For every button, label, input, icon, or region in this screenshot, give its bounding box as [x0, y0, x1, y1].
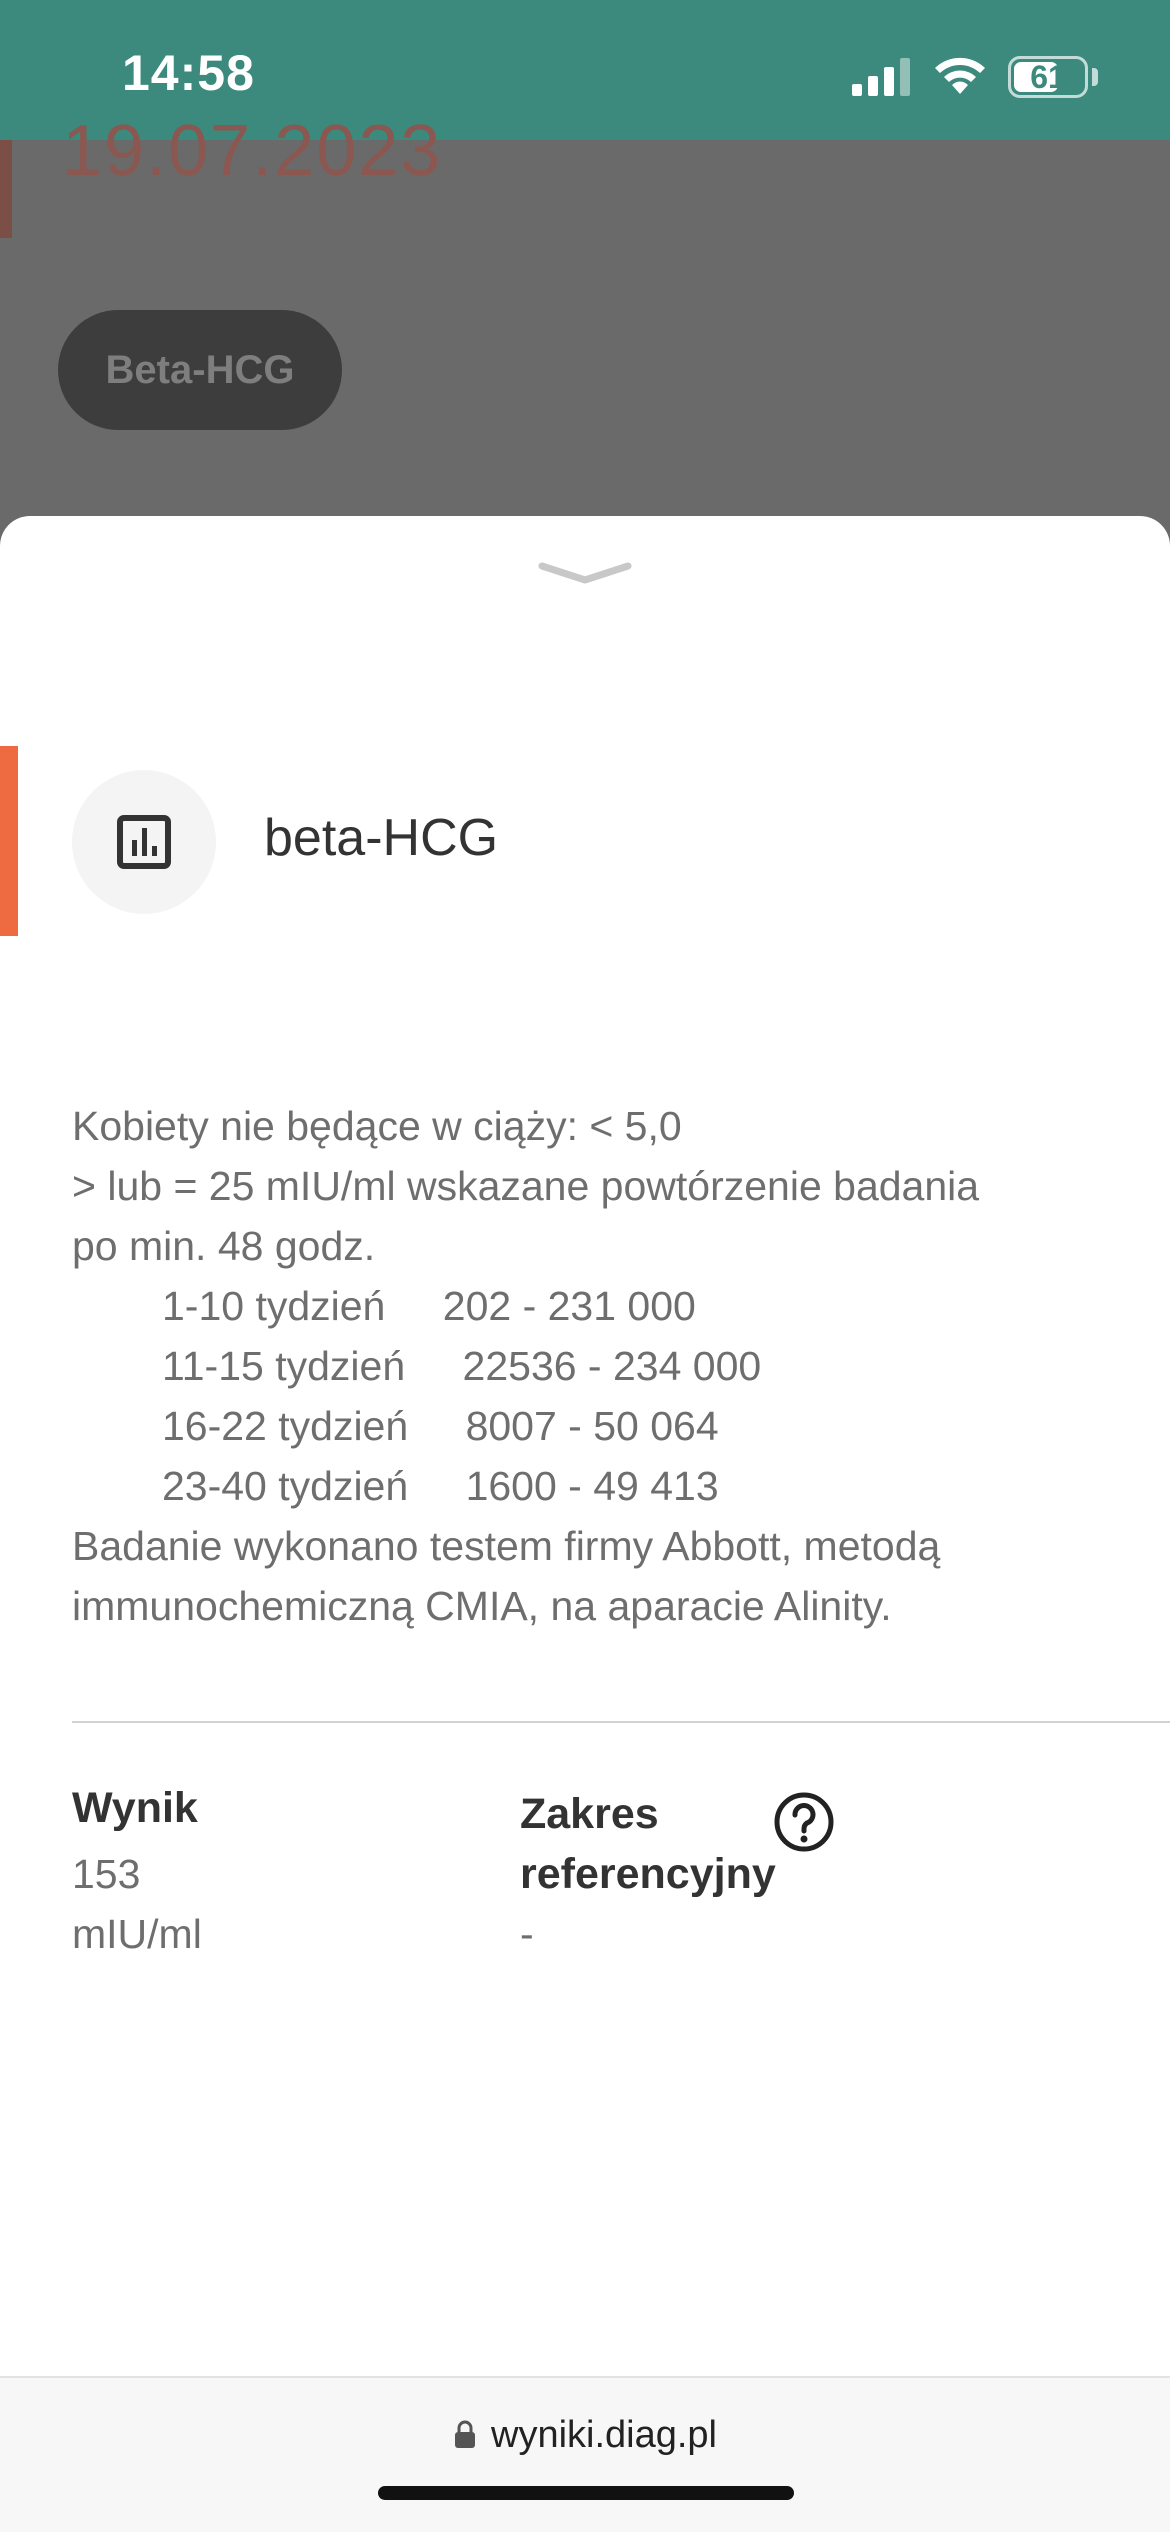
range-value: 22536 - 234 000 — [462, 1343, 762, 1389]
result-label: Wynik — [72, 1784, 198, 1832]
url-text: wyniki.diag.pl — [491, 2414, 717, 2456]
result-value: 153 — [72, 1851, 141, 1897]
range-row: 11-15 tydzień 22536 - 234 000 — [72, 1336, 1132, 1396]
description-line: > lub = 25 mIU/ml wskazane powtórzenie b… — [72, 1163, 980, 1209]
bar-chart-icon — [117, 815, 171, 869]
sheet-handle-chevron-icon[interactable] — [538, 560, 632, 586]
range-week: 23-40 tydzień — [162, 1463, 409, 1509]
home-indicator[interactable] — [378, 2486, 794, 2500]
accent-bar — [0, 746, 18, 936]
status-time: 14:58 — [122, 45, 255, 101]
range-row: 23-40 tydzień 1600 - 49 413 — [72, 1456, 1132, 1516]
range-value: 8007 - 50 064 — [465, 1403, 719, 1449]
battery-icon: 61 — [1008, 56, 1088, 98]
background-date: 19.07.2023 — [62, 111, 443, 191]
battery-tip — [1092, 68, 1098, 86]
divider — [72, 1721, 1170, 1723]
question-circle-icon[interactable] — [772, 1790, 836, 1854]
range-value: 202 - 231 000 — [442, 1283, 696, 1329]
range-row: 1-10 tydzień 202 - 231 000 — [72, 1276, 1132, 1336]
lock-icon — [455, 2420, 475, 2448]
range-week: 1-10 tydzień — [162, 1283, 386, 1329]
reference-description: Kobiety nie będące w ciąży: < 5,0 > lub … — [72, 1096, 1132, 1636]
background-accent-bar — [0, 140, 12, 238]
reference-range-value: - — [520, 1911, 534, 1957]
browser-address-bar[interactable]: wyniki.diag.pl — [0, 2376, 1170, 2532]
test-icon-container — [72, 770, 216, 914]
range-week: 16-22 tydzień — [162, 1403, 409, 1449]
battery-percent: 61 — [1030, 59, 1066, 95]
url-container[interactable]: wyniki.diag.pl — [0, 2414, 1170, 2457]
bottom-sheet: beta-HCG Kobiety nie będące w ciąży: < 5… — [0, 516, 1170, 2532]
wifi-icon — [935, 57, 985, 94]
signal-icon — [852, 58, 910, 96]
background-chip: Beta-HCG — [58, 310, 342, 430]
description-line: po min. 48 godz. — [72, 1223, 376, 1269]
range-row: 16-22 tydzień 8007 - 50 064 — [72, 1396, 1132, 1456]
description-line: Kobiety nie będące w ciąży: < 5,0 — [72, 1103, 682, 1149]
screen: 14:58 61 19.07.2023 Beta-HCG beta-HCG Ko… — [0, 0, 1170, 2532]
test-title: beta-HCG — [264, 809, 499, 867]
reference-range-label: Zakres referencyjny — [520, 1790, 776, 1898]
method-line: immunochemiczną CMIA, na aparacie Alinit… — [72, 1583, 892, 1629]
range-value: 1600 - 49 413 — [465, 1463, 719, 1509]
result-unit: mIU/ml — [72, 1911, 202, 1957]
method-line: Badanie wykonano testem firmy Abbott, me… — [72, 1523, 941, 1569]
range-week: 11-15 tydzień — [162, 1343, 406, 1389]
